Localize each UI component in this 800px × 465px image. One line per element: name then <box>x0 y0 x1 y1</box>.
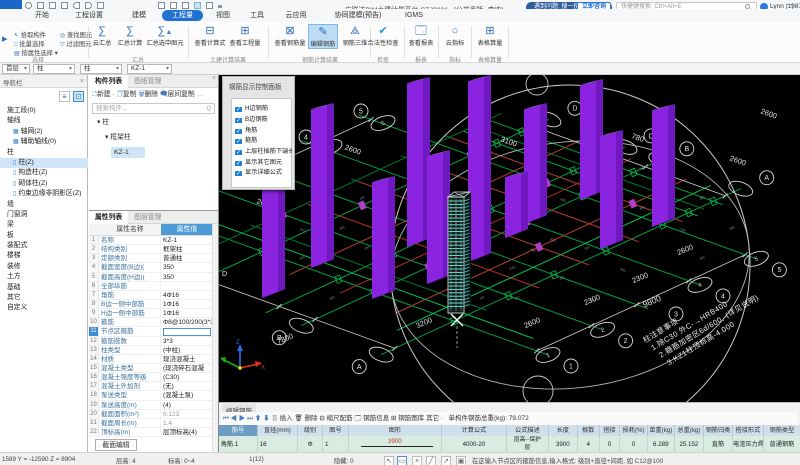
svg-text:D: D <box>222 271 227 278</box>
svg-text:Y: Y <box>219 352 220 358</box>
svg-text:X: X <box>261 365 265 371</box>
svg-text:5: 5 <box>777 267 781 274</box>
svg-text:1: 1 <box>569 363 573 370</box>
svg-text:5: 5 <box>359 108 363 115</box>
svg-text:4: 4 <box>304 134 308 141</box>
svg-text:D: D <box>572 106 577 113</box>
svg-text:Z: Z <box>236 340 240 346</box>
svg-text:2: 2 <box>624 338 628 345</box>
svg-text:B: B <box>684 146 689 153</box>
svg-text:A: A <box>357 364 362 371</box>
svg-text:A: A <box>764 175 769 182</box>
